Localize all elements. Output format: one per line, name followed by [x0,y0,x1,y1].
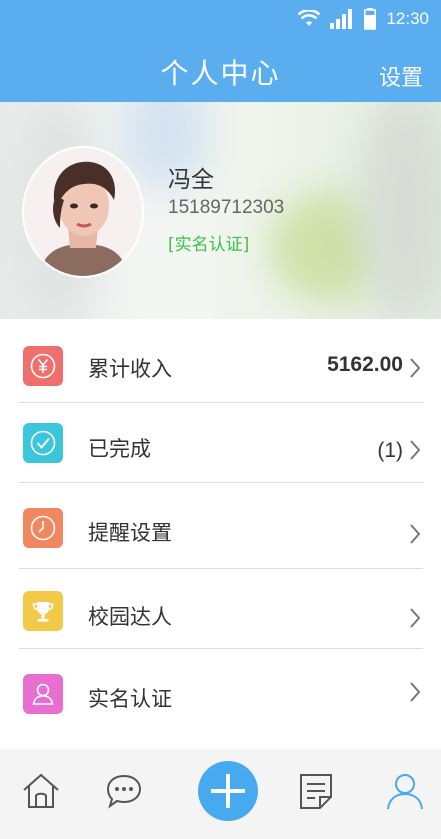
verification-status[interactable]: [实名认证] [168,230,249,255]
menu-item-completed[interactable]: 已完成 (1) [0,403,441,483]
person-icon [23,674,63,714]
message-icon[interactable] [105,773,143,809]
menu-item-label: 已完成 [88,437,151,461]
chevron-right-icon [410,608,421,628]
home-icon[interactable] [21,771,61,811]
avatar-photo [24,148,142,276]
background-blur [360,102,441,319]
chevron-right-icon [410,440,421,460]
profile-card: 冯全 15189712303 [实名认证] [0,102,441,319]
income-value: 5162.00 [327,353,403,376]
profile-icon[interactable] [385,771,425,811]
yen-icon [23,346,63,386]
user-name: 冯全 [168,167,214,193]
task-list-icon[interactable] [296,771,336,811]
menu-item-reminder[interactable]: 提醒设置 [0,483,441,569]
bottom-tab-bar [0,749,441,839]
header-bar: 个人中心 设置 [0,40,441,102]
completed-count: (1) [377,439,403,462]
status-bar: 12:30 [0,0,441,40]
clock-time: 12:30 [386,9,429,28]
settings-button[interactable]: 设置 [379,60,423,92]
menu-item-label: 累计收入 [88,357,172,381]
checkmark-icon [23,423,63,463]
add-button[interactable] [198,761,258,821]
avatar[interactable] [22,146,144,278]
menu-item-label: 提醒设置 [88,521,172,545]
page-title: 个人中心 [160,57,281,90]
signal-icon [330,9,353,29]
menu-item-label: 校园达人 [88,605,172,629]
menu-item-real-name[interactable]: 实名认证 [0,649,441,749]
add-icon [211,774,245,808]
wifi-icon [298,10,321,26]
menu-list: 累计收入 5162.00 已完成 (1) 提醒设置 校园达人 实名认证 [0,319,441,749]
menu-item-income[interactable]: 累计收入 5162.00 [0,319,441,403]
user-phone: 15189712303 [168,197,285,218]
chevron-right-icon [410,524,421,544]
clock-icon [23,508,63,548]
chevron-right-icon [410,682,421,702]
menu-item-label: 实名认证 [88,687,172,711]
trophy-icon [23,591,63,631]
menu-item-campus-expert[interactable]: 校园达人 [0,569,441,649]
chevron-right-icon [410,358,421,378]
battery-icon [364,8,377,30]
